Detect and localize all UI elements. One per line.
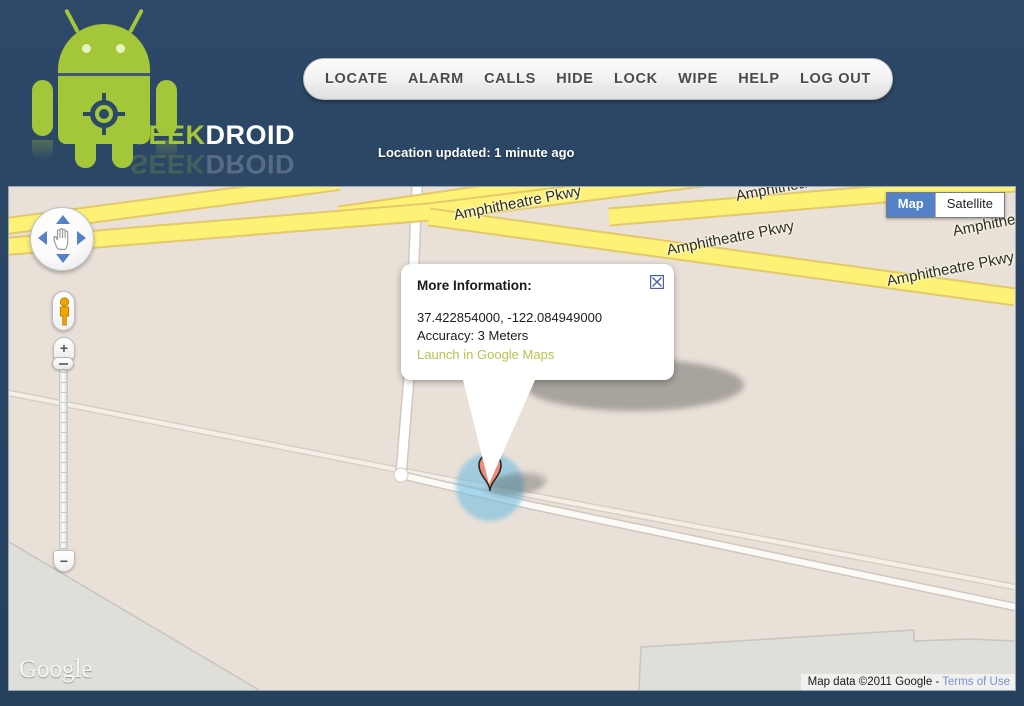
close-x-icon[interactable] <box>649 274 665 290</box>
launch-in-google-maps-link[interactable]: Launch in Google Maps <box>417 346 658 364</box>
map-canvas[interactable]: Amphitheatre Pkwy Amphitheatre Pkwy Amph… <box>9 187 1015 690</box>
info-window-tail <box>463 379 583 486</box>
map-type-satellite-button[interactable]: Satellite <box>934 193 1004 217</box>
location-updated-status: Location updated: 1 minute ago <box>378 145 575 160</box>
robot-eye-right-icon <box>116 44 125 53</box>
info-window: More Information: 37.422854000, -122.084… <box>401 264 674 484</box>
nav-item-locate[interactable]: LOCATE <box>322 67 391 91</box>
reflection-leg-left <box>75 140 96 166</box>
pan-hand-icon[interactable] <box>52 227 74 251</box>
arrow-left-icon[interactable] <box>38 231 47 245</box>
android-robot-icon <box>30 6 180 168</box>
wordmark-droid: DROID <box>205 120 296 150</box>
coordinates-text: 37.422854000, -122.084949000 <box>417 310 603 325</box>
robot-antenna-left-icon <box>64 8 80 34</box>
accuracy-text: Accuracy: 3 Meters <box>417 327 529 343</box>
crosshair-tick-bottom <box>102 125 106 135</box>
nav-item-wipe[interactable]: WIPE <box>675 67 721 91</box>
nav-item-hide[interactable]: HIDE <box>553 67 596 91</box>
brand-wordmark-reflection: SEEKDROID <box>130 149 296 179</box>
nav-item-log-out[interactable]: LOG OUT <box>797 67 874 91</box>
nav-item-alarm[interactable]: ALARM <box>405 67 467 91</box>
zoom-slider-thumb[interactable] <box>52 357 74 370</box>
terms-of-use-link[interactable]: Terms of Use <box>942 676 1010 688</box>
crosshair-dot <box>99 109 109 119</box>
robot-antenna-right-icon <box>128 8 144 34</box>
arrow-down-icon[interactable] <box>56 254 70 263</box>
brand-logo[interactable]: SEEKDROID SEEKDROID <box>18 2 295 179</box>
nav-item-help[interactable]: HELP <box>735 67 782 91</box>
street-view-control[interactable] <box>52 291 75 331</box>
robot-arm-left-icon <box>32 80 53 136</box>
attribution-text: Map data ©2011 Google - <box>807 676 943 688</box>
street-view-pegman-icon[interactable] <box>57 297 72 327</box>
map-viewport[interactable]: Amphitheatre Pkwy Amphitheatre Pkwy Amph… <box>8 186 1016 691</box>
seekdroid-app-window: SEEKDROID SEEKDROID LOCATE ALARM CALLS H… <box>0 0 1024 706</box>
reflection-arm-left <box>32 140 53 160</box>
crosshair-tick-top <box>102 93 106 103</box>
map-attribution: Map data ©2011 Google - Terms of Use <box>800 674 1015 690</box>
robot-head-icon <box>58 24 150 74</box>
nav-item-calls[interactable]: CALLS <box>481 67 539 91</box>
google-logo-watermark: Google <box>19 656 93 683</box>
map-type-map-button[interactable]: Map <box>886 193 935 217</box>
crosshair-tick-right <box>115 112 125 116</box>
brand-wordmark: SEEKDROID <box>130 122 295 149</box>
wordmark-reflection-droid: DROID <box>205 149 296 179</box>
nav-item-lock[interactable]: LOCK <box>611 67 661 91</box>
main-navigation: LOCATE ALARM CALLS HIDE LOCK WIPE HELP L… <box>303 58 893 100</box>
wordmark-seek: SEEK <box>130 120 206 150</box>
zoom-in-label: + <box>59 340 69 356</box>
app-header: SEEKDROID SEEKDROID LOCATE ALARM CALLS H… <box>0 0 1024 179</box>
info-window-title: More Information: <box>417 278 532 293</box>
zoom-out-button[interactable]: − <box>53 550 75 572</box>
zoom-control: + − <box>52 337 75 572</box>
wordmark-reflection-seek: SEEK <box>130 149 206 179</box>
crosshair-target-icon <box>83 93 125 135</box>
arrow-right-icon[interactable] <box>77 231 86 245</box>
map-type-control: Map Satellite <box>885 192 1005 218</box>
pan-control <box>30 207 94 271</box>
zoom-slider-track[interactable] <box>59 361 68 549</box>
zoom-out-label: − <box>59 553 69 569</box>
info-window-body: More Information: 37.422854000, -122.084… <box>401 264 674 380</box>
crosshair-tick-left <box>83 112 93 116</box>
arrow-up-icon[interactable] <box>56 215 70 224</box>
zoom-in-button[interactable]: + <box>53 337 75 359</box>
robot-eye-left-icon <box>82 44 91 53</box>
